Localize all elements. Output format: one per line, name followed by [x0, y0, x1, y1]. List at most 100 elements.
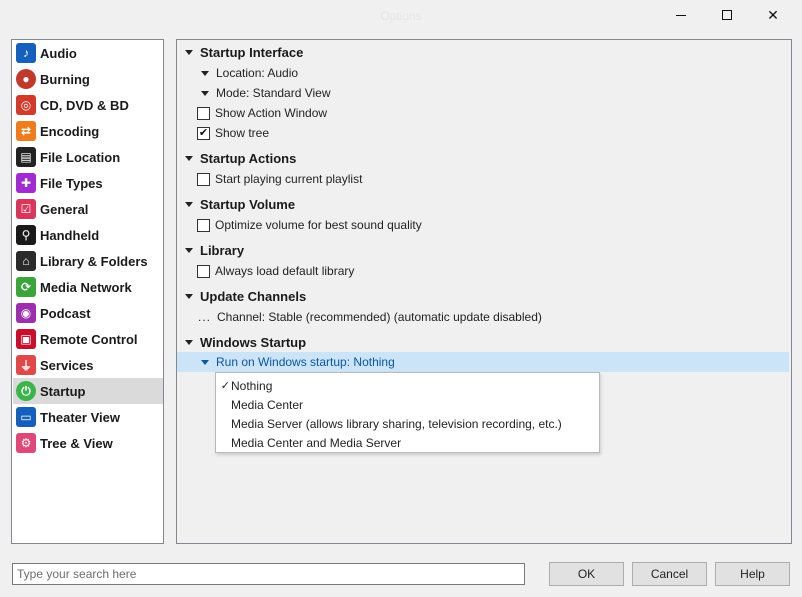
ok-button[interactable]: OK: [549, 562, 624, 586]
podcast-icon: ◉: [16, 303, 36, 323]
sidebar-item-theater-view[interactable]: ▭ Theater View: [13, 404, 163, 430]
close-button[interactable]: ✕: [750, 0, 796, 30]
sidebar-item-podcast[interactable]: ◉ Podcast: [13, 300, 163, 326]
section-windows-startup[interactable]: Windows Startup: [185, 332, 306, 352]
expand-triangle-icon: [185, 247, 193, 253]
ellipsis-icon: ...: [198, 310, 212, 324]
checkbox[interactable]: [197, 218, 210, 232]
minimize-button[interactable]: [658, 0, 704, 30]
sidebar-item-handheld[interactable]: ⚲ Handheld: [13, 222, 163, 248]
options-category-tree[interactable]: ♪ Audio ● Burning ◎ CD, DVD & BD ⇄ Encod…: [11, 39, 164, 544]
optimize-volume-checkbox[interactable]: Optimize volume for best sound quality: [197, 215, 422, 235]
disc-icon: ◎: [16, 95, 36, 115]
sidebar-item-general[interactable]: ☑ General: [13, 196, 163, 222]
section-header: Startup Actions: [200, 150, 297, 166]
network-icon: ⟳: [16, 277, 36, 297]
dropdown-option-label: Media Server (allows library sharing, te…: [231, 416, 562, 431]
sidebar-item-file-location[interactable]: ▤ File Location: [13, 144, 163, 170]
show-tree-checkbox[interactable]: ✔ Show tree: [197, 123, 269, 143]
sidebar-item-label: Theater View: [40, 409, 120, 425]
option-label: Mode: Standard View: [216, 86, 331, 100]
sidebar-item-label: Handheld: [40, 227, 100, 243]
title-bar: Options ✕: [0, 0, 802, 33]
show-action-window-checkbox[interactable]: Show Action Window: [197, 103, 327, 123]
sidebar-item-label: File Location: [40, 149, 121, 165]
sidebar-item-encoding[interactable]: ⇄ Encoding: [13, 118, 163, 144]
dropdown-option-media-server[interactable]: Media Server (allows library sharing, te…: [216, 414, 599, 433]
start-playing-checkbox[interactable]: Start playing current playlist: [197, 169, 362, 189]
option-label: Show Action Window: [215, 106, 328, 120]
section-startup-actions[interactable]: Startup Actions: [185, 148, 296, 168]
checkbox[interactable]: [197, 106, 210, 120]
plug-icon: ⏚: [16, 355, 36, 375]
sidebar-item-startup[interactable]: ⏻ Startup: [13, 378, 163, 404]
minimize-icon: [676, 14, 686, 16]
section-header: Startup Volume: [200, 196, 296, 212]
sidebar-item-library-folders[interactable]: ⌂ Library & Folders: [13, 248, 163, 274]
usb-icon: ⚲: [16, 225, 36, 245]
puzzle-icon: ✚: [16, 173, 36, 193]
dropdown-option-media-center-and-server[interactable]: Media Center and Media Server: [216, 433, 599, 452]
dropdown-option-label: Media Center: [231, 397, 304, 412]
section-header: Startup Interface: [200, 44, 304, 60]
file-location-icon: ▤: [16, 147, 36, 167]
run-on-startup-option[interactable]: Run on Windows startup: Nothing: [177, 352, 789, 372]
option-label: Start playing current playlist: [215, 172, 363, 186]
sidebar-item-label: Encoding: [40, 123, 100, 139]
expand-triangle-icon: [185, 201, 193, 207]
sidebar-item-cd-dvd-bd[interactable]: ◎ CD, DVD & BD: [13, 92, 163, 118]
channel-option[interactable]: ... Channel: Stable (recommended) (autom…: [198, 307, 542, 327]
sidebar-item-media-network[interactable]: ⟳ Media Network: [13, 274, 163, 300]
sidebar-item-tree-view[interactable]: ⚙ Tree & View: [13, 430, 163, 456]
section-update-channels[interactable]: Update Channels: [185, 286, 306, 306]
gear-icon: ⚙: [16, 433, 36, 453]
sidebar-item-label: Podcast: [40, 305, 91, 321]
close-icon: ✕: [767, 6, 779, 23]
option-label: Optimize volume for best sound quality: [215, 218, 422, 232]
maximize-button[interactable]: [704, 0, 750, 30]
sidebar-item-label: File Types: [40, 175, 103, 191]
dropdown-option-label: Media Center and Media Server: [231, 435, 402, 450]
maximize-icon: [722, 10, 732, 20]
sidebar-item-label: Library & Folders: [40, 253, 148, 269]
home-icon: ⌂: [16, 251, 36, 271]
sidebar-item-burning[interactable]: ● Burning: [13, 66, 163, 92]
expand-triangle-icon: [201, 90, 209, 96]
section-header: Library: [200, 242, 245, 258]
sidebar-item-audio[interactable]: ♪ Audio: [13, 40, 163, 66]
help-button[interactable]: Help: [715, 562, 790, 586]
checkmark-icon: ✓: [220, 380, 230, 392]
sidebar-item-file-types[interactable]: ✚ File Types: [13, 170, 163, 196]
remote-icon: ▣: [16, 329, 36, 349]
section-header: Windows Startup: [200, 334, 307, 350]
expand-triangle-icon: [185, 155, 193, 161]
sidebar-item-label: General: [40, 201, 89, 217]
location-option[interactable]: Location: Audio: [201, 63, 298, 83]
option-label: Always load default library: [215, 264, 355, 278]
expand-triangle-icon: [185, 49, 193, 55]
checkbox[interactable]: [197, 172, 210, 186]
power-icon: ⏻: [16, 381, 36, 401]
run-on-startup-dropdown: ✓ Nothing Media Center Media Server (all…: [215, 372, 600, 453]
option-label: Location: Audio: [216, 66, 299, 80]
always-load-library-checkbox[interactable]: Always load default library: [197, 261, 354, 281]
section-startup-interface[interactable]: Startup Interface: [185, 42, 303, 62]
checkbox[interactable]: [197, 264, 210, 278]
sidebar-item-label: Remote Control: [40, 331, 138, 347]
mode-option[interactable]: Mode: Standard View: [201, 83, 331, 103]
expand-triangle-icon: [185, 339, 193, 345]
search-input[interactable]: [12, 563, 525, 585]
convert-icon: ⇄: [16, 121, 36, 141]
section-startup-volume[interactable]: Startup Volume: [185, 194, 295, 214]
sidebar-item-services[interactable]: ⏚ Services: [13, 352, 163, 378]
sidebar-item-label: Services: [40, 357, 94, 373]
cancel-button[interactable]: Cancel: [632, 562, 707, 586]
music-note-icon: ♪: [16, 43, 36, 63]
dropdown-option-media-center[interactable]: Media Center: [216, 395, 599, 414]
section-library[interactable]: Library: [185, 240, 244, 260]
checkbox-checked[interactable]: ✔: [197, 126, 210, 140]
dropdown-option-nothing[interactable]: ✓ Nothing: [216, 376, 599, 395]
sidebar-item-remote-control[interactable]: ▣ Remote Control: [13, 326, 163, 352]
option-label: Channel: Stable (recommended) (automatic…: [217, 310, 542, 324]
expand-triangle-icon: [185, 293, 193, 299]
